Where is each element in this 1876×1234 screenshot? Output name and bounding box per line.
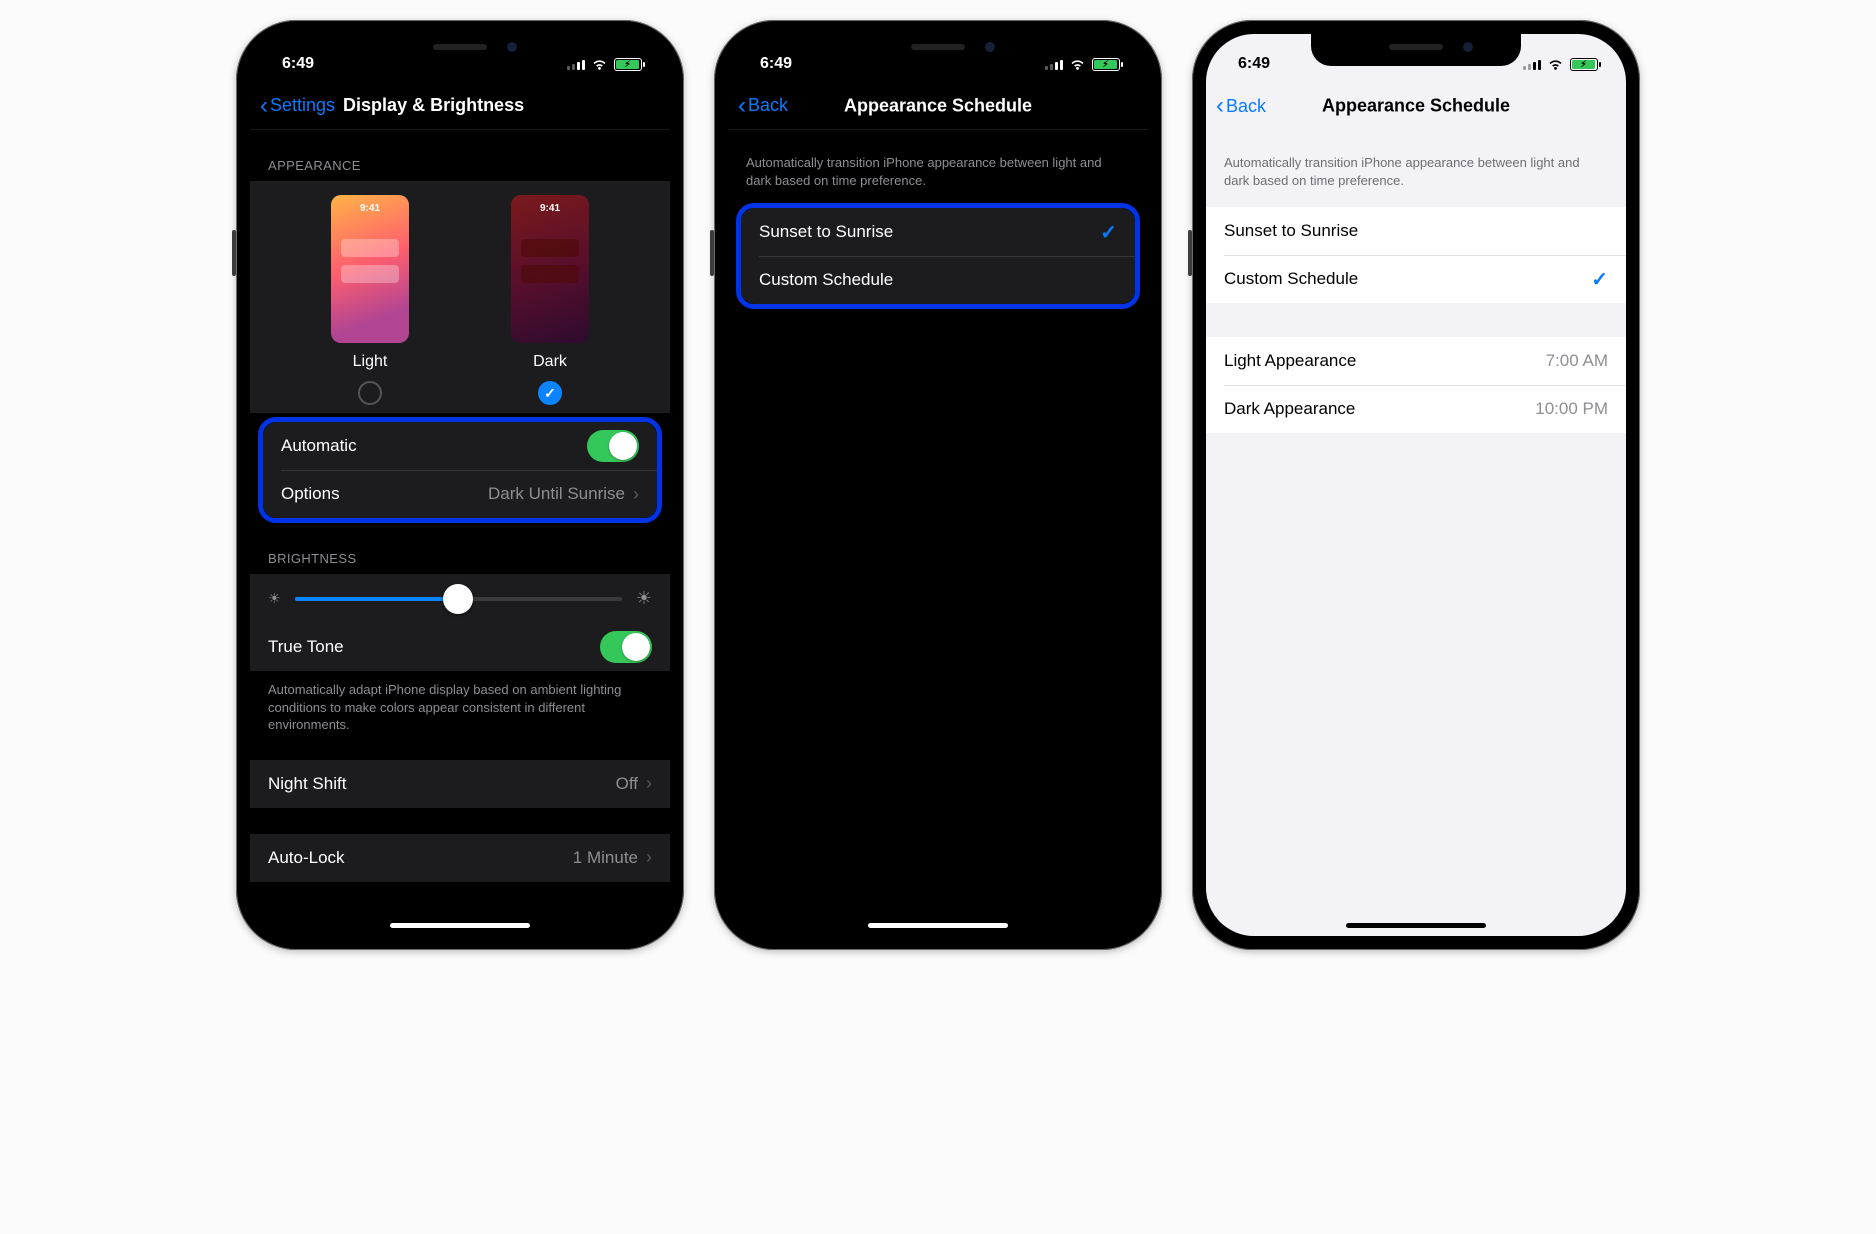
back-button[interactable]: ‹ Back [1216,94,1266,118]
options-label: Options [281,484,340,504]
custom-times-group: Light Appearance 7:00 AM Dark Appearance… [1206,337,1626,433]
dark-appearance-row[interactable]: Dark Appearance 10:00 PM [1206,385,1626,433]
back-button[interactable]: ‹ Back [738,94,788,118]
status-time: 6:49 [1238,55,1270,73]
cellular-icon [567,58,585,70]
sunset-sunrise-row[interactable]: Sunset to Sunrise ✓ [741,208,1135,256]
highlight-schedule-options: Sunset to Sunrise ✓ Custom Schedule [736,203,1140,309]
autolock-label: Auto-Lock [268,848,345,868]
content: Automatically transition iPhone appearan… [1206,130,1626,936]
light-label: Light [353,353,388,371]
schedule-options-group: Sunset to Sunrise Custom Schedule ✓ [1206,207,1626,303]
light-thumbnail: 9:41 [331,195,409,343]
automatic-row[interactable]: Automatic [263,422,657,470]
navbar: ‹ Settings Display & Brightness [250,82,670,130]
chevron-right-icon: › [646,773,652,794]
phone-frame-3: 6:49 ⚡︎ ‹ Back Appearance Schedule [1192,20,1640,950]
notch [355,34,565,66]
wifi-icon [1547,58,1564,71]
wifi-icon [1069,58,1086,71]
dark-appearance-time: 10:00 PM [1535,399,1608,419]
brightness-header: BRIGHTNESS [250,523,670,574]
automatic-label: Automatic [281,436,357,456]
navbar: ‹ Back Appearance Schedule [1206,82,1626,130]
sun-max-icon: ☀︎ [636,588,652,609]
sun-min-icon: ☀︎ [268,590,281,607]
chevron-left-icon: ‹ [260,94,268,118]
chevron-right-icon: › [646,847,652,868]
sunset-sunrise-label: Sunset to Sunrise [759,222,893,242]
back-button[interactable]: ‹ Settings [260,94,335,118]
brightness-slider[interactable] [295,597,622,601]
screen-2: 6:49 ⚡︎ ‹ Back Appearance Schedule [728,34,1148,936]
light-appearance-row[interactable]: Light Appearance 7:00 AM [1206,337,1626,385]
back-label: Back [1226,96,1266,117]
light-appearance-time: 7:00 AM [1546,351,1608,371]
wifi-icon [591,58,608,71]
appearance-option-light[interactable]: 9:41 Light [331,195,409,405]
appearance-option-dark[interactable]: 9:41 Dark [511,195,589,405]
checkmark-icon: ✓ [1100,220,1117,245]
content: Automatically transition iPhone appearan… [728,130,1148,936]
chevron-right-icon: › [633,484,639,505]
back-label: Back [748,95,788,116]
cellular-icon [1523,58,1541,70]
radio-dark[interactable] [538,381,562,405]
custom-schedule-label: Custom Schedule [1224,269,1358,289]
home-indicator[interactable] [1346,923,1486,928]
truetone-label: True Tone [268,637,344,657]
checkmark-icon: ✓ [1591,267,1608,292]
battery-icon: ⚡︎ [614,58,642,71]
chevron-left-icon: ‹ [1216,94,1224,118]
content: APPEARANCE 9:41 Light 9:41 [250,130,670,936]
options-value: Dark Until Sunrise [488,484,625,504]
autolock-value: 1 Minute [573,848,638,868]
chevron-left-icon: ‹ [738,94,746,118]
nightshift-label: Night Shift [268,774,346,794]
battery-icon: ⚡︎ [1570,58,1598,71]
sunset-sunrise-label: Sunset to Sunrise [1224,221,1358,241]
phone-frame-1: 6:49 ⚡︎ ‹ Settings Display & Brightness [236,20,684,950]
page-title: Appearance Schedule [844,95,1032,116]
page-title: Display & Brightness [343,95,524,116]
brightness-slider-row: ☀︎ ☀︎ [250,574,670,623]
highlight-automatic-options: Automatic Options Dark Until Sunrise › [258,417,662,523]
dark-thumbnail: 9:41 [511,195,589,343]
status-time: 6:49 [760,55,792,73]
dark-appearance-label: Dark Appearance [1224,399,1355,419]
nightshift-row[interactable]: Night Shift Off › [250,760,670,808]
custom-schedule-row[interactable]: Custom Schedule ✓ [1206,255,1626,303]
home-indicator[interactable] [390,923,530,928]
home-indicator[interactable] [868,923,1008,928]
screen-3: 6:49 ⚡︎ ‹ Back Appearance Schedule [1206,34,1626,936]
phone-frame-2: 6:49 ⚡︎ ‹ Back Appearance Schedule [714,20,1162,950]
appearance-header: APPEARANCE [250,130,670,181]
truetone-desc: Automatically adapt iPhone display based… [250,671,670,734]
appearance-group: 9:41 Light 9:41 Dark [250,181,670,413]
dark-label: Dark [533,353,567,371]
navbar: ‹ Back Appearance Schedule [728,82,1148,130]
battery-icon: ⚡︎ [1092,58,1120,71]
radio-light[interactable] [358,381,382,405]
truetone-row[interactable]: True Tone [250,623,670,671]
notch [1311,34,1521,66]
brightness-group: ☀︎ ☀︎ True Tone [250,574,670,671]
page-title: Appearance Schedule [1322,96,1510,117]
truetone-switch[interactable] [600,631,652,663]
notch [833,34,1043,66]
cellular-icon [1045,58,1063,70]
light-appearance-label: Light Appearance [1224,351,1356,371]
autolock-row[interactable]: Auto-Lock 1 Minute › [250,834,670,882]
custom-schedule-row[interactable]: Custom Schedule [741,256,1135,304]
schedule-desc: Automatically transition iPhone appearan… [1206,130,1626,189]
screen-1: 6:49 ⚡︎ ‹ Settings Display & Brightness [250,34,670,936]
schedule-desc: Automatically transition iPhone appearan… [728,130,1148,189]
options-row[interactable]: Options Dark Until Sunrise › [263,470,657,518]
back-label: Settings [270,95,335,116]
sunset-sunrise-row[interactable]: Sunset to Sunrise [1206,207,1626,255]
nightshift-value: Off [616,774,638,794]
custom-schedule-label: Custom Schedule [759,270,893,290]
status-time: 6:49 [282,55,314,73]
automatic-switch[interactable] [587,430,639,462]
